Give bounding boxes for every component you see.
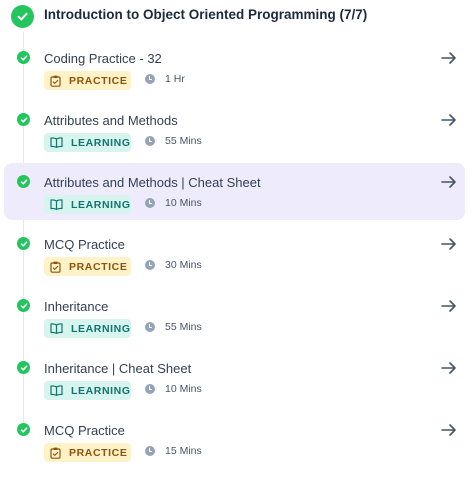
clipboard-icon [50,75,61,87]
lesson-title: Coding Practice - 32 [44,51,162,66]
badge-label: LEARNING [71,136,131,149]
badge-label: LEARNING [71,198,131,211]
lesson-item[interactable]: Inheritance | Cheat Sheet LEARNING 10 Mi… [0,361,474,423]
duration-meta: 15 Mins [145,445,202,457]
lesson-item[interactable]: Inheritance LEARNING 55 Mins [0,299,474,361]
learning-badge: LEARNING [44,195,131,214]
completed-check-icon [17,51,30,64]
lesson-item[interactable]: MCQ Practice PRACTICE 30 Mins [0,237,474,299]
duration-text: 55 Mins [165,135,202,147]
clock-icon [145,260,155,270]
learning-badge: LEARNING [44,133,131,152]
clipboard-icon [50,261,61,273]
book-open-icon [50,385,63,396]
clipboard-icon [50,447,61,459]
lesson-title: MCQ Practice [44,237,125,252]
duration-text: 10 Mins [165,197,202,209]
book-open-icon [50,137,63,148]
module-title: Introduction to Object Oriented Programm… [44,7,368,22]
learning-badge: LEARNING [44,381,131,400]
clock-icon [145,136,155,146]
learning-badge: LEARNING [44,319,131,338]
badge-label: PRACTICE [69,260,128,273]
arrow-right-icon[interactable] [440,111,458,129]
badge-label: LEARNING [71,384,131,397]
clock-icon [145,384,155,394]
duration-meta: 10 Mins [145,383,202,395]
lesson-title: Attributes and Methods | Cheat Sheet [44,175,261,190]
duration-text: 30 Mins [165,259,202,271]
lesson-title: MCQ Practice [44,423,125,438]
lesson-title: Attributes and Methods [44,113,178,128]
duration-meta: 55 Mins [145,135,202,147]
duration-meta: 1 Hr [145,73,185,85]
duration-text: 10 Mins [165,383,202,395]
duration-meta: 30 Mins [145,259,202,271]
module-complete-check-icon [11,5,34,28]
clock-icon [145,198,155,208]
duration-text: 15 Mins [165,445,202,457]
completed-check-icon [17,113,30,126]
arrow-right-icon[interactable] [440,49,458,67]
duration-meta: 55 Mins [145,321,202,333]
clock-icon [145,74,155,84]
arrow-right-icon[interactable] [440,359,458,377]
practice-badge: PRACTICE [44,257,131,276]
clock-icon [145,446,155,456]
duration-meta: 10 Mins [145,197,202,209]
completed-check-icon [17,299,30,312]
duration-text: 55 Mins [165,321,202,333]
book-open-icon [50,323,63,334]
arrow-right-icon[interactable] [440,235,458,253]
badge-label: LEARNING [71,322,131,335]
completed-check-icon [17,237,30,250]
clock-icon [145,322,155,332]
arrow-right-icon[interactable] [440,297,458,315]
lesson-item-active[interactable]: Attributes and Methods | Cheat Sheet LEA… [0,163,474,237]
arrow-right-icon[interactable] [440,173,458,191]
duration-text: 1 Hr [165,73,185,85]
badge-label: PRACTICE [69,446,128,459]
lesson-title: Inheritance [44,299,109,314]
arrow-right-icon[interactable] [440,421,458,439]
completed-check-icon [17,361,30,374]
completed-check-icon [17,423,30,436]
lesson-item[interactable]: Coding Practice - 32 PRACTICE 1 Hr [0,51,474,113]
badge-label: PRACTICE [69,74,128,87]
completed-check-icon [17,175,30,188]
practice-badge: PRACTICE [44,71,131,90]
module-header[interactable]: Introduction to Object Oriented Programm… [0,0,474,32]
book-open-icon [50,199,63,210]
practice-badge: PRACTICE [44,443,131,462]
lesson-item[interactable]: MCQ Practice PRACTICE 15 Mins [0,423,474,485]
lesson-title: Inheritance | Cheat Sheet [44,361,192,376]
